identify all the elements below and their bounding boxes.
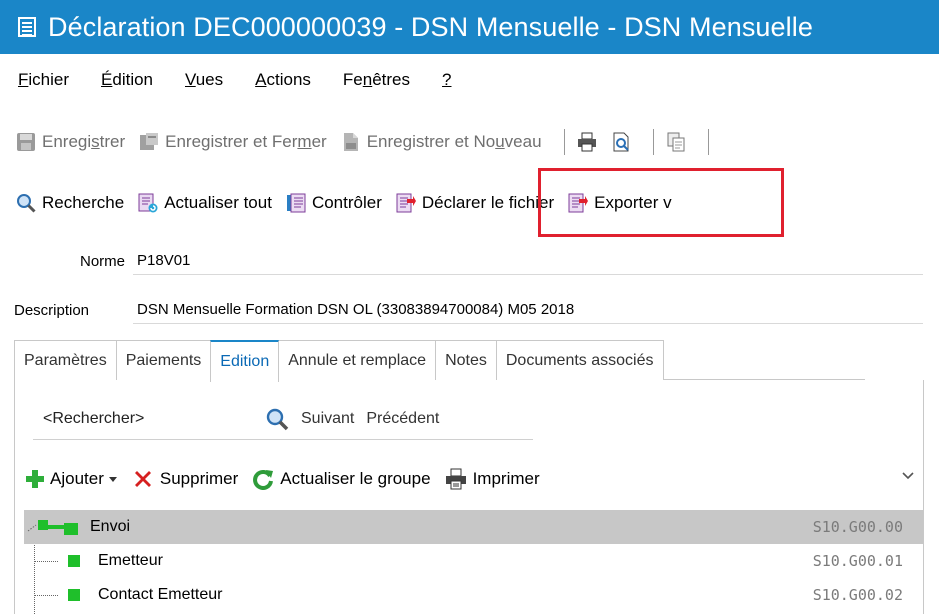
control-button[interactable]: Contrôler [284,185,384,221]
tab-parametres[interactable]: Paramètres [14,340,117,380]
save-and-new-button[interactable]: Enregistrer et Nouveau [339,124,544,160]
tree-branch-line [34,594,58,596]
tree-item-envoi[interactable]: Envoi S10.G00.00 [24,510,923,544]
norme-label: Norme [79,252,125,270]
floppy-disk-icon [17,133,35,151]
tree-node-icon [68,555,80,567]
norme-row: Norme P18V01 [0,247,923,275]
printer-icon [577,132,596,152]
menu-vues[interactable]: Vues [185,70,223,90]
tree-node-icon [68,589,80,601]
search-next-button[interactable]: Suivant [301,410,354,428]
delete-button[interactable]: Supprimer [132,468,238,490]
refresh-group-button[interactable]: Actualiser le groupe [252,468,431,490]
search-icon[interactable] [265,407,289,431]
copy-button[interactable] [664,124,688,160]
toolbar-declaration: Recherche Actualiser tout Contrôler Décl… [0,183,939,223]
window-titlebar[interactable]: Déclaration DEC000000039 - DSN Mensuelle… [0,0,939,54]
document-app-icon [18,17,36,37]
tab-strip: Paramètres Paiements Edition Annule et r… [14,340,865,382]
tab-paiements[interactable]: Paiements [115,340,212,380]
norme-field[interactable]: P18V01 [133,247,923,275]
search-bar: <Rechercher> Suivant Précédent [33,398,533,440]
tree-item-contact-emetteur[interactable]: Contact Emetteur S10.G00.02 [24,578,923,612]
magnifier-icon [17,194,36,213]
menu-bar: Fichier Édition Vues Actions Fenêtres ? [0,60,483,100]
declare-file-icon [396,193,416,213]
toolbar-separator [707,129,709,155]
menu-fenetres[interactable]: Fenêtres [343,70,410,90]
toolbar-separator [563,129,565,155]
search-button[interactable]: Recherche [14,185,126,221]
tree-item-code: S10.G00.02 [812,586,903,604]
group-actions-bar: Ajouter Supprimer Actualiser le groupe I… [24,460,929,498]
tab-edition[interactable]: Edition [210,340,280,382]
dropdown-arrow-icon [108,477,117,482]
save-button[interactable]: Enregistrer [14,124,127,160]
menu-edition[interactable]: Édition [101,70,153,90]
tree-item-code: S10.G00.01 [812,552,903,570]
tab-annule-et-remplace[interactable]: Annule et remplace [278,340,437,380]
tree-item-label: Contact Emetteur [98,586,223,603]
window-title: Déclaration DEC000000039 - DSN Mensuelle… [48,11,813,42]
description-field[interactable]: DSN Mensuelle Formation DSN OL (33083894… [133,296,923,324]
tree-branch-line [34,560,58,562]
tree-item-emetteur[interactable]: Emetteur S10.G00.01 [24,544,923,578]
save-close-icon [140,133,159,150]
refresh-all-button[interactable]: Actualiser tout [136,185,274,221]
search-previous-button[interactable]: Précédent [366,410,439,428]
save-and-close-button[interactable]: Enregistrer et Fermer [137,124,329,160]
print-button[interactable] [575,124,599,160]
tree-item-code: S10.G00.00 [812,518,903,536]
description-row: Description DSN Mensuelle Formation DSN … [0,296,923,324]
menu-actions[interactable]: Actions [255,70,311,90]
tree-view: Envoi S10.G00.00 Emetteur S10.G00.01 Con… [24,510,923,612]
tree-item-label: Emetteur [98,552,163,569]
print-preview-icon [613,132,629,152]
control-document-icon [286,193,306,213]
add-button[interactable]: Ajouter [24,468,118,490]
save-new-icon [343,133,358,151]
menu-help[interactable]: ? [442,70,451,90]
tab-documents-associes[interactable]: Documents associés [495,340,664,380]
printer-icon [445,468,466,490]
print-group-button[interactable]: Imprimer [445,468,540,490]
menu-fichier[interactable]: Fichier [18,70,69,90]
refresh-document-icon [138,193,158,213]
plus-icon [26,470,44,488]
declare-file-button[interactable]: Déclarer le fichier [394,185,556,221]
toolbar-separator [652,129,654,155]
search-input[interactable]: <Rechercher> [33,410,265,428]
declare-highlight-box [538,168,784,237]
copy-icon [667,132,685,152]
tab-notes[interactable]: Notes [435,340,497,380]
chevron-down-icon[interactable] [902,470,914,482]
description-label: Description [14,301,90,319]
tree-item-label: Envoi [90,518,131,535]
toolbar-save: Enregistrer Enregistrer et Fermer Enregi… [0,122,939,162]
print-preview-button[interactable] [609,124,633,160]
tree-group-node-icon [27,520,78,535]
refresh-icon [253,470,274,490]
red-x-icon [134,471,151,487]
